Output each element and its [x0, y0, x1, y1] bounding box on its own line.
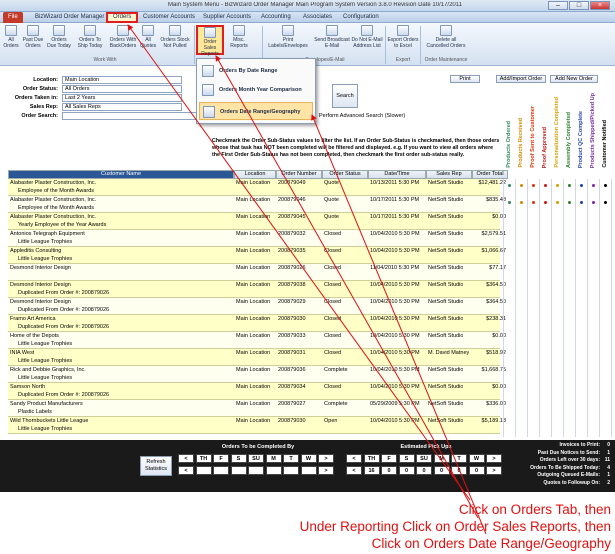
annotation-arrows: [127, 24, 487, 535]
arrow-to-orders-tab: [127, 24, 471, 501]
arrow-to-sales-reports: [215, 55, 479, 519]
arrow-to-geography-item: [311, 114, 487, 535]
